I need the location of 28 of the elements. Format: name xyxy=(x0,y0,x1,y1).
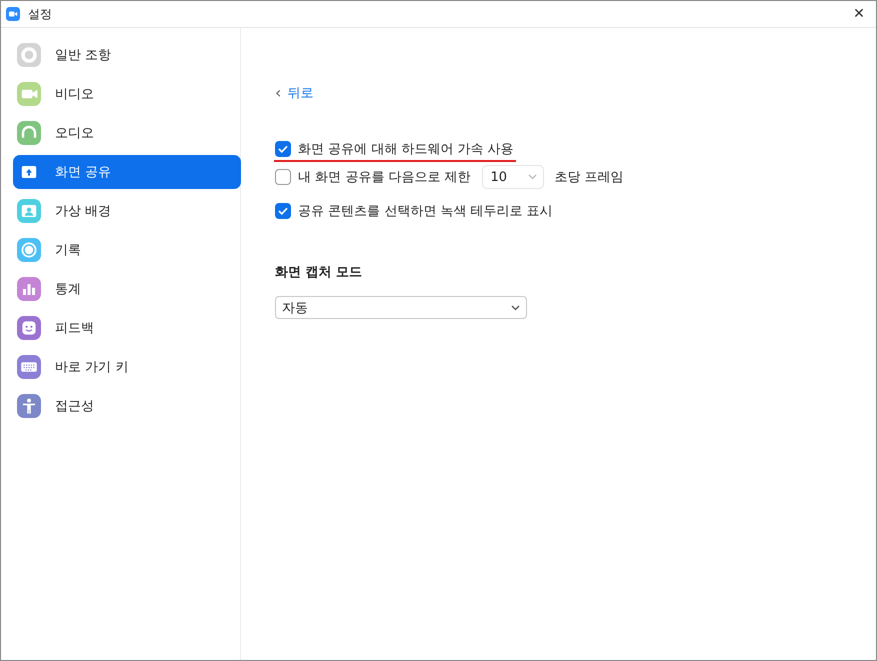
capture-mode-dropdown[interactable]: 자동 xyxy=(275,296,527,319)
checkbox[interactable] xyxy=(275,169,291,185)
sidebar-item[interactable]: 비디오 xyxy=(13,77,241,111)
close-button[interactable]: ✕ xyxy=(842,1,876,27)
section-heading: 화면 캡처 모드 xyxy=(275,264,364,281)
sidebar-item[interactable]: 일반 조항 xyxy=(13,38,241,72)
option-label: 화면 공유에 대해 하드웨어 가속 사용 xyxy=(298,141,514,158)
checkbox[interactable] xyxy=(275,203,291,219)
sidebar-item[interactable]: 접근성 xyxy=(13,389,241,423)
back-link[interactable]: ‹ 뒤로 xyxy=(275,84,314,102)
sidebar-item[interactable]: 피드백 xyxy=(13,311,241,345)
app-logo-icon xyxy=(6,7,20,21)
option-suffix: 초당 프레임 xyxy=(554,169,624,186)
checkbox[interactable] xyxy=(275,141,291,157)
sidebar-item[interactable]: 화면 공유 xyxy=(13,155,241,189)
chevron-down-icon xyxy=(511,304,520,310)
chevron-down-icon xyxy=(528,174,537,180)
sidebar-item[interactable]: 가상 배경 xyxy=(13,194,241,228)
option-label: 공유 콘텐츠를 선택하면 녹색 테두리로 표시 xyxy=(298,203,553,220)
sidebar-item[interactable]: 통계 xyxy=(13,272,241,306)
window-title: 설정 xyxy=(28,6,53,22)
sidebar-item[interactable]: 오디오 xyxy=(13,116,241,150)
fps-dropdown[interactable]: 10 xyxy=(482,165,544,189)
sidebar-item[interactable]: 바로 가기 키 xyxy=(13,350,241,384)
option-label: 내 화면 공유를 다음으로 제한 xyxy=(298,169,471,186)
sidebar-item[interactable]: 기록 xyxy=(13,233,241,267)
check-icon xyxy=(278,145,288,153)
check-icon xyxy=(278,207,288,215)
